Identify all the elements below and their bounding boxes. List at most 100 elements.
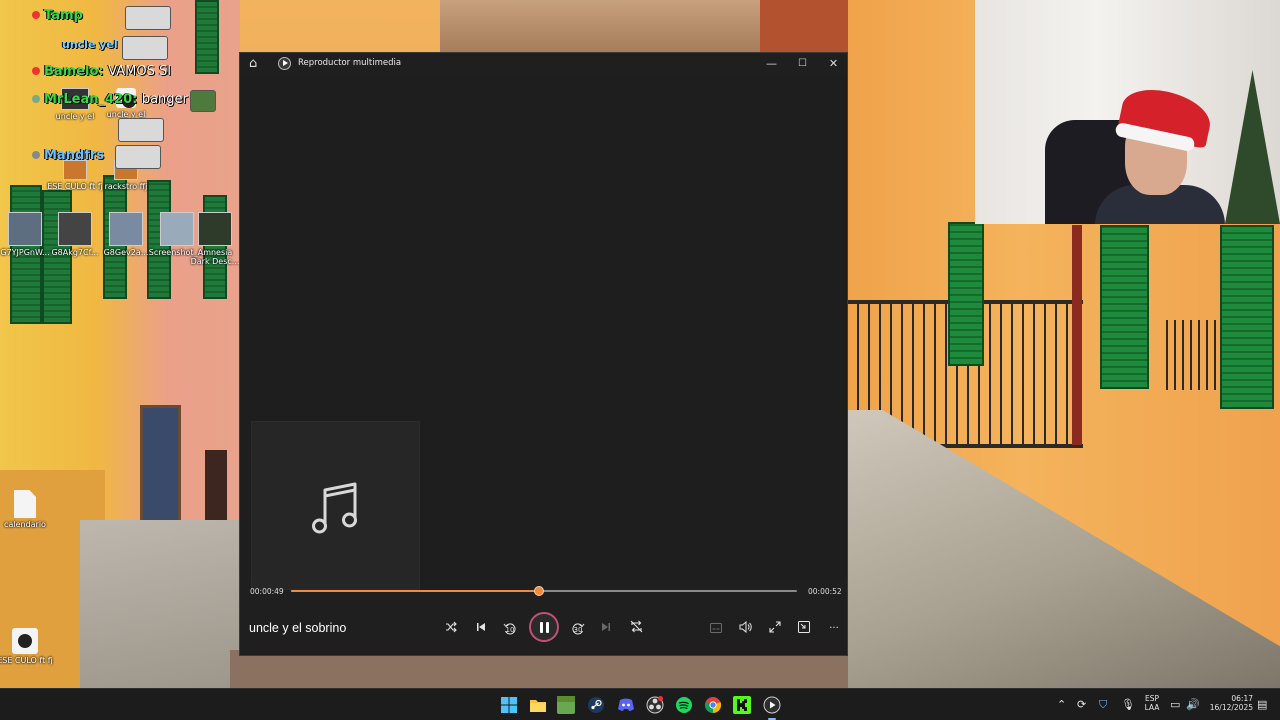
microphone-icon[interactable]: 🎙 — [1121, 698, 1135, 711]
network-icon[interactable]: ▭ — [1170, 698, 1180, 711]
wallpaper-shutter — [948, 222, 984, 366]
pause-icon — [546, 622, 549, 633]
desktop-icon[interactable]: ESE CULO ft fj — [0, 628, 56, 665]
chat-message: VAMOS SI — [108, 64, 172, 79]
taskbar: ⌃ ⟳ ⛉ 🎙 ESP LAA ▭ 🔊 06:17 16/12/2025 ▤ — [0, 688, 1280, 720]
volume-button[interactable] — [734, 618, 756, 640]
obs-icon — [646, 696, 664, 714]
file-explorer-button[interactable] — [528, 695, 548, 715]
spotify-icon — [676, 697, 692, 713]
chat-line: MrLean_420: banger — [32, 92, 188, 107]
chat-emote-icon — [118, 118, 164, 142]
clock-date: 16/12/2025 — [1209, 703, 1253, 712]
chat-line: Bamelo: VAMOS SI — [32, 64, 171, 79]
keyboard-layout: LAA — [1144, 703, 1160, 712]
chat-line: Tamp — [32, 8, 83, 23]
fullscreen-icon — [769, 621, 781, 633]
play-pause-button[interactable] — [529, 612, 559, 642]
fullscreen-button[interactable] — [764, 618, 786, 640]
media-player-window[interactable]: ⌂ Reproductor multimedia — ☐ ✕ 00:00:49 … — [239, 52, 848, 656]
image-file-icon — [58, 212, 92, 246]
spotify-button[interactable] — [674, 695, 694, 715]
sync-icon[interactable]: ⟳ — [1077, 698, 1086, 711]
desktop-icon[interactable]: Amnesia Dark Desc... — [190, 212, 240, 266]
wallpaper-shutter — [42, 190, 72, 324]
image-file-icon — [160, 212, 194, 246]
next-button[interactable] — [595, 618, 617, 640]
chat-emote-icon — [122, 36, 168, 60]
close-button[interactable]: ✕ — [818, 53, 849, 75]
obs-button[interactable] — [645, 695, 665, 715]
webcam-christmas-tree — [1225, 70, 1280, 224]
home-icon[interactable]: ⌂ — [249, 57, 263, 71]
miniplayer-icon — [798, 621, 810, 633]
song-title[interactable]: uncle y el sobrino — [249, 621, 346, 635]
shuffle-button[interactable] — [440, 618, 462, 640]
window-title: Reproductor multimedia — [298, 58, 402, 68]
previous-button[interactable] — [470, 618, 492, 640]
desktop-icon[interactable]: calendario — [0, 490, 56, 529]
desktop-icon-label: rackstro ffj — [104, 182, 148, 191]
wallpaper-door-frame — [1072, 225, 1082, 445]
chat-badge-icon — [32, 11, 40, 19]
kick-button[interactable] — [733, 696, 751, 714]
language-indicator[interactable]: ESP LAA — [1140, 694, 1164, 712]
volume-tray-icon[interactable]: 🔊 — [1186, 698, 1200, 711]
subtitles-icon — [710, 623, 722, 633]
miniplayer-button[interactable] — [793, 618, 815, 640]
desktop-icon-label: ESE CULO ft fj — [0, 656, 53, 665]
forward-30-button[interactable]: 30 — [567, 618, 589, 640]
rewind-10-button[interactable]: 10 — [499, 618, 521, 640]
chat-badge-icon — [32, 67, 40, 75]
minecraft-button[interactable] — [557, 696, 575, 714]
shuffle-icon — [446, 621, 457, 633]
chrome-button[interactable] — [703, 695, 723, 715]
defender-shield-icon[interactable]: ⛉ — [1099, 698, 1107, 712]
album-art — [251, 421, 420, 590]
repeat-button[interactable] — [625, 618, 647, 640]
chat-username: Bamelo: — [44, 64, 104, 79]
maximize-button[interactable]: ☐ — [787, 53, 818, 75]
more-options-button[interactable]: ··· — [823, 618, 845, 640]
image-file-icon — [109, 212, 143, 246]
media-player-taskbar-button[interactable] — [762, 695, 782, 720]
kick-icon — [737, 699, 747, 711]
desktop-icon-label: G8Gev2a... — [103, 248, 149, 257]
minimize-button[interactable]: — — [756, 53, 787, 75]
system-clock[interactable]: 06:17 16/12/2025 — [1205, 694, 1253, 712]
audio-file-icon — [63, 160, 87, 180]
desktop-icon-label: uncle y el — [55, 112, 95, 121]
image-file-icon — [8, 212, 42, 246]
media-view-area[interactable] — [240, 75, 847, 590]
seek-bar-thumb[interactable] — [533, 586, 544, 596]
chat-username: Tamp — [44, 8, 83, 23]
start-button[interactable] — [499, 695, 519, 715]
chat-username: uncle yel — [62, 38, 118, 51]
chat-badge-icon — [32, 95, 40, 103]
media-player-app-icon — [278, 57, 291, 70]
chat-emote-icon — [115, 145, 161, 169]
window-titlebar[interactable]: ⌂ Reproductor multimedia — ☐ ✕ — [240, 53, 847, 75]
windows-start-icon — [501, 697, 517, 713]
repeat-off-icon — [630, 620, 642, 633]
steam-button[interactable] — [586, 695, 606, 715]
clock-time: 06:17 — [1231, 694, 1253, 703]
wallpaper-shutter — [195, 0, 219, 74]
wallpaper-shutter — [1220, 225, 1274, 409]
game-shortcut-icon — [198, 212, 232, 246]
chat-username: Mandfrs — [44, 148, 105, 163]
chat-message: banger — [141, 92, 188, 107]
chrome-icon — [704, 697, 722, 714]
playback-controls: uncle y el sobrino 10 30 ··· — [240, 608, 847, 648]
notifications-icon[interactable]: ▤ — [1257, 698, 1267, 711]
discord-button[interactable] — [616, 695, 636, 715]
music-note-icon — [312, 482, 357, 534]
discord-icon — [618, 698, 634, 711]
desktop-icon-label: Amnesia Dark Desc... — [190, 248, 240, 266]
wallpaper-railing — [1160, 320, 1220, 390]
seek-bar[interactable] — [291, 586, 797, 596]
subtitles-button[interactable] — [705, 618, 727, 640]
chat-emote-icon — [190, 90, 216, 112]
show-hidden-icons-chevron-icon[interactable]: ⌃ — [1057, 698, 1066, 711]
file-explorer-icon — [530, 700, 546, 712]
